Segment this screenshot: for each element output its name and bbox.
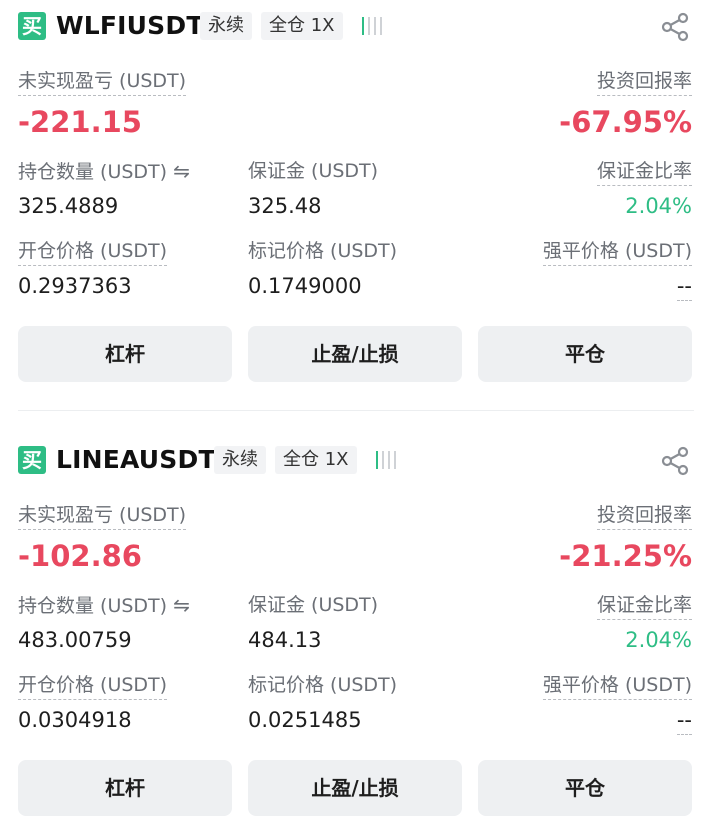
margin-mode-tag[interactable]: 全仓 1X: [261, 12, 343, 40]
unrealized-pnl-label[interactable]: 未实现盈亏 (USDT): [18, 68, 187, 96]
swap-arrows-icon[interactable]: ⇋: [173, 593, 190, 617]
size-label-row: 持仓数量 (USDT) ⇋: [18, 592, 190, 620]
side-badge-buy: 买: [18, 12, 46, 40]
roe-label[interactable]: 投资回报率: [596, 68, 692, 96]
tp-sl-button[interactable]: 止盈/止损: [248, 760, 462, 816]
margin-ratio-value: 2.04%: [625, 628, 692, 652]
size-label-row: 持仓数量 (USDT) ⇋: [18, 158, 190, 186]
card-divider: [18, 410, 694, 411]
share-icon[interactable]: [660, 12, 690, 42]
margin-label: 保证金 (USDT): [248, 594, 379, 616]
position-card-lineausdt: 买 LINEAUSDT 永续 全仓 1X 未实现盈亏 (USDT) 投资回报率 …: [0, 434, 712, 834]
share-icon[interactable]: [660, 446, 690, 476]
swap-arrows-icon[interactable]: ⇋: [173, 159, 190, 183]
margin-ratio-label[interactable]: 保证金比率: [596, 592, 692, 620]
liq-price-value: --: [676, 706, 692, 735]
position-card-wlfiusdt: 买 WLFIUSDT 永续 全仓 1X 未实现盈亏 (USDT) 投资回报率 -…: [0, 0, 712, 411]
tp-sl-button[interactable]: 止盈/止损: [248, 326, 462, 382]
margin-value: 325.48: [248, 194, 322, 218]
unrealized-pnl-label[interactable]: 未实现盈亏 (USDT): [18, 502, 187, 530]
liq-price-label[interactable]: 强平价格 (USDT): [542, 672, 692, 700]
margin-ratio-label[interactable]: 保证金比率: [596, 158, 692, 186]
margin-mode-tag[interactable]: 全仓 1X: [275, 446, 357, 474]
mark-price-value: 0.0251485: [248, 708, 362, 732]
liq-price-label[interactable]: 强平价格 (USDT): [542, 238, 692, 266]
size-value: 325.4889: [18, 194, 119, 218]
margin-value: 484.13: [248, 628, 322, 652]
liq-price-value: --: [676, 272, 692, 301]
size-label: 持仓数量 (USDT): [18, 595, 168, 617]
entry-price-value: 0.2937363: [18, 274, 132, 298]
contract-type-tag: 永续: [200, 12, 252, 40]
roe-value: -67.95%: [559, 105, 692, 139]
mark-price-value: 0.1749000: [248, 274, 362, 298]
size-value: 483.00759: [18, 628, 132, 652]
roe-value: -21.25%: [559, 539, 692, 573]
position-header: 买 WLFIUSDT 永续 全仓 1X: [18, 10, 694, 42]
close-position-button[interactable]: 平仓: [478, 326, 692, 382]
unrealized-pnl-value: -102.86: [18, 539, 142, 573]
unrealized-pnl-value: -221.15: [18, 105, 142, 139]
side-badge-buy: 买: [18, 446, 46, 474]
mark-price-label: 标记价格 (USDT): [248, 674, 398, 696]
margin-ratio-value: 2.04%: [625, 194, 692, 218]
size-label: 持仓数量 (USDT): [18, 161, 168, 183]
mark-price-label: 标记价格 (USDT): [248, 240, 398, 262]
risk-level-bars: [362, 17, 386, 35]
symbol-name[interactable]: WLFIUSDT: [56, 10, 204, 42]
symbol-name[interactable]: LINEAUSDT: [56, 444, 216, 476]
margin-label: 保证金 (USDT): [248, 160, 379, 182]
contract-type-tag: 永续: [214, 446, 266, 474]
risk-level-bars: [376, 451, 400, 469]
entry-price-label[interactable]: 开仓价格 (USDT): [18, 238, 168, 266]
position-header: 买 LINEAUSDT 永续 全仓 1X: [18, 444, 694, 476]
leverage-button[interactable]: 杠杆: [18, 760, 232, 816]
close-position-button[interactable]: 平仓: [478, 760, 692, 816]
leverage-button[interactable]: 杠杆: [18, 326, 232, 382]
entry-price-value: 0.0304918: [18, 708, 132, 732]
entry-price-label[interactable]: 开仓价格 (USDT): [18, 672, 168, 700]
roe-label[interactable]: 投资回报率: [596, 502, 692, 530]
